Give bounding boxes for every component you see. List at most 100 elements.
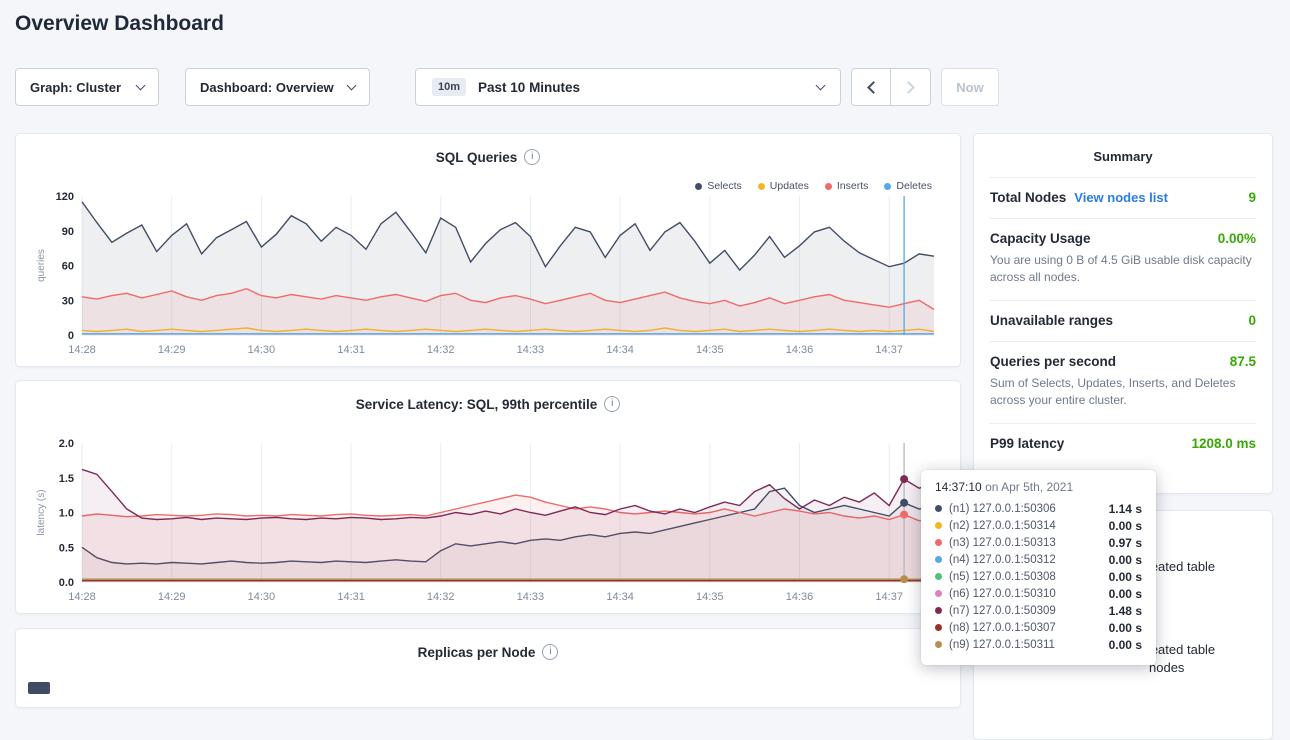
svg-text:14:30: 14:30 (248, 591, 276, 603)
svg-text:14:29: 14:29 (158, 591, 186, 603)
tooltip-node-value: 0.00 s (1099, 570, 1142, 584)
tooltip-timestamp: 14:37:10 on Apr 5th, 2021 (935, 480, 1142, 494)
tooltip-node-label: (n5) 127.0.0.1:50308 (949, 571, 1056, 583)
svg-text:1.0: 1.0 (59, 508, 74, 520)
series-dot-icon (935, 607, 942, 614)
capacity-value: 0.00% (1210, 231, 1256, 246)
summary-row-total-nodes: Total Nodes View nodes list 9 (990, 178, 1256, 219)
tooltip-node-label: (n1) 127.0.0.1:50306 (949, 503, 1056, 515)
series-dot-icon (935, 539, 942, 546)
series-dot-icon (935, 573, 942, 580)
tooltip-time: 14:37:10 (935, 480, 982, 494)
chart-title: Service Latency: SQL, 99th percentile (356, 397, 598, 412)
svg-text:30: 30 (62, 295, 74, 307)
svg-text:14:37: 14:37 (875, 591, 903, 603)
replicas-panel: Replicas per Node i (15, 628, 961, 708)
svg-text:14:30: 14:30 (248, 344, 276, 356)
qps-value: 87.5 (1222, 354, 1256, 369)
tooltip-rows: (n1) 127.0.0.1:503061.14 s(n2) 127.0.0.1… (935, 500, 1142, 653)
view-nodes-link[interactable]: View nodes list (1074, 190, 1168, 205)
sql-queries-chart[interactable]: 14:2814:2914:3014:3114:3214:3314:3414:35… (30, 186, 948, 361)
series-dot-icon (935, 522, 942, 529)
svg-text:14:28: 14:28 (68, 591, 96, 603)
p99-latency-label: P99 latency (990, 436, 1064, 451)
graph-select[interactable]: Graph: Cluster (15, 68, 159, 106)
dashboard-select[interactable]: Dashboard: Overview (185, 68, 370, 106)
tooltip-row: (n5) 127.0.0.1:50308 0.00 s (935, 568, 1142, 585)
info-icon[interactable]: i (524, 149, 540, 165)
series-dot-icon (935, 505, 942, 512)
chart-title: Replicas per Node (418, 645, 536, 660)
tooltip-node-label: (n2) 127.0.0.1:50314 (949, 520, 1056, 532)
time-next-button[interactable] (891, 68, 931, 106)
svg-text:latency (s): latency (s) (36, 489, 47, 535)
chevron-down-icon (347, 81, 357, 91)
svg-text:14:36: 14:36 (786, 344, 814, 356)
latency-chart[interactable]: 14:2814:2914:3014:3114:3214:3314:3414:35… (30, 433, 948, 608)
tooltip-row: (n9) 127.0.0.1:50311 0.00 s (935, 636, 1142, 653)
svg-text:0: 0 (68, 330, 74, 342)
svg-text:14:33: 14:33 (517, 344, 545, 356)
svg-text:14:32: 14:32 (427, 344, 455, 356)
total-nodes-label: Total Nodes (990, 190, 1066, 205)
tooltip-node-value: 0.00 s (1099, 638, 1142, 652)
time-nav-group (851, 68, 931, 106)
summary-title: Summary (990, 134, 1256, 178)
info-icon[interactable]: i (542, 644, 558, 660)
svg-text:0.5: 0.5 (59, 542, 74, 554)
summary-row-unavailable: Unavailable ranges 0 (990, 301, 1256, 342)
chart-header: SQL Queries i (16, 134, 960, 165)
tooltip-node-value: 0.00 s (1099, 519, 1142, 533)
summary-row-p99: P99 latency 1208.0 ms (990, 424, 1256, 464)
svg-text:14:35: 14:35 (696, 344, 724, 356)
now-button[interactable]: Now (941, 68, 999, 106)
svg-text:2.0: 2.0 (59, 438, 74, 450)
tooltip-node-value: 0.00 s (1099, 587, 1142, 601)
tooltip-row: (n7) 127.0.0.1:50309 1.48 s (935, 602, 1142, 619)
unavailable-ranges-value: 0 (1240, 313, 1256, 328)
tooltip-row: (n4) 127.0.0.1:503120.00 s (935, 551, 1142, 568)
svg-text:14:34: 14:34 (606, 344, 634, 356)
axis-label-cutoff (28, 682, 50, 694)
svg-text:14:35: 14:35 (696, 591, 724, 603)
unavailable-ranges-label: Unavailable ranges (990, 313, 1113, 328)
svg-text:14:31: 14:31 (337, 591, 365, 603)
tooltip-row: (n3) 127.0.0.1:503130.97 s (935, 534, 1142, 551)
tooltip-row: (n2) 127.0.0.1:50314 0.00 s (935, 517, 1142, 534)
series-dot-icon (935, 624, 942, 631)
summary-row-qps: Queries per second 87.5 Sum of Selects, … (990, 342, 1256, 424)
time-prev-button[interactable] (851, 68, 891, 106)
time-range-label: Past 10 Minutes (478, 80, 580, 95)
svg-text:14:28: 14:28 (68, 344, 96, 356)
service-latency-panel: Service Latency: SQL, 99th percentile i … (15, 380, 961, 614)
chevron-right-icon (902, 81, 915, 94)
dashboard-select-label: Dashboard: Overview (200, 80, 334, 95)
tooltip-row: (n6) 127.0.0.1:50310 0.00 s (935, 585, 1142, 602)
tooltip-node-value: 1.48 s (1099, 604, 1142, 618)
tooltip-node-label: (n3) 127.0.0.1:50313 (949, 537, 1056, 549)
svg-text:14:32: 14:32 (427, 591, 455, 603)
svg-text:14:34: 14:34 (606, 591, 634, 603)
info-icon[interactable]: i (604, 396, 620, 412)
chart-title: SQL Queries (436, 150, 518, 165)
chart-hover-tooltip: 14:37:10 on Apr 5th, 2021 (n1) 127.0.0.1… (921, 470, 1156, 665)
tooltip-node-label: (n4) 127.0.0.1:50312 (949, 554, 1056, 566)
chart-header: Replicas per Node i (16, 629, 960, 660)
chevron-down-icon (136, 81, 146, 91)
chevron-down-icon (816, 81, 826, 91)
svg-text:90: 90 (62, 226, 74, 238)
tooltip-node-label: (n8) 127.0.0.1:50307 (949, 622, 1056, 634)
sql-queries-panel: SQL Queries i SelectsUpdatesInsertsDelet… (15, 133, 961, 367)
tooltip-node-value: 0.00 s (1099, 621, 1142, 635)
chevron-left-icon (867, 81, 880, 94)
qps-description: Sum of Selects, Updates, Inserts, and De… (990, 375, 1256, 410)
total-nodes-value: 9 (1240, 190, 1256, 205)
series-dot-icon (935, 641, 942, 648)
svg-text:60: 60 (62, 261, 74, 273)
tooltip-node-label: (n6) 127.0.0.1:50310 (949, 588, 1056, 600)
tooltip-node-label: (n9) 127.0.0.1:50311 (949, 639, 1055, 651)
tooltip-date: on Apr 5th, 2021 (985, 480, 1073, 494)
page-title: Overview Dashboard (15, 12, 224, 36)
time-range-picker[interactable]: 10m Past 10 Minutes (415, 68, 841, 106)
tooltip-node-label: (n7) 127.0.0.1:50309 (949, 605, 1056, 617)
